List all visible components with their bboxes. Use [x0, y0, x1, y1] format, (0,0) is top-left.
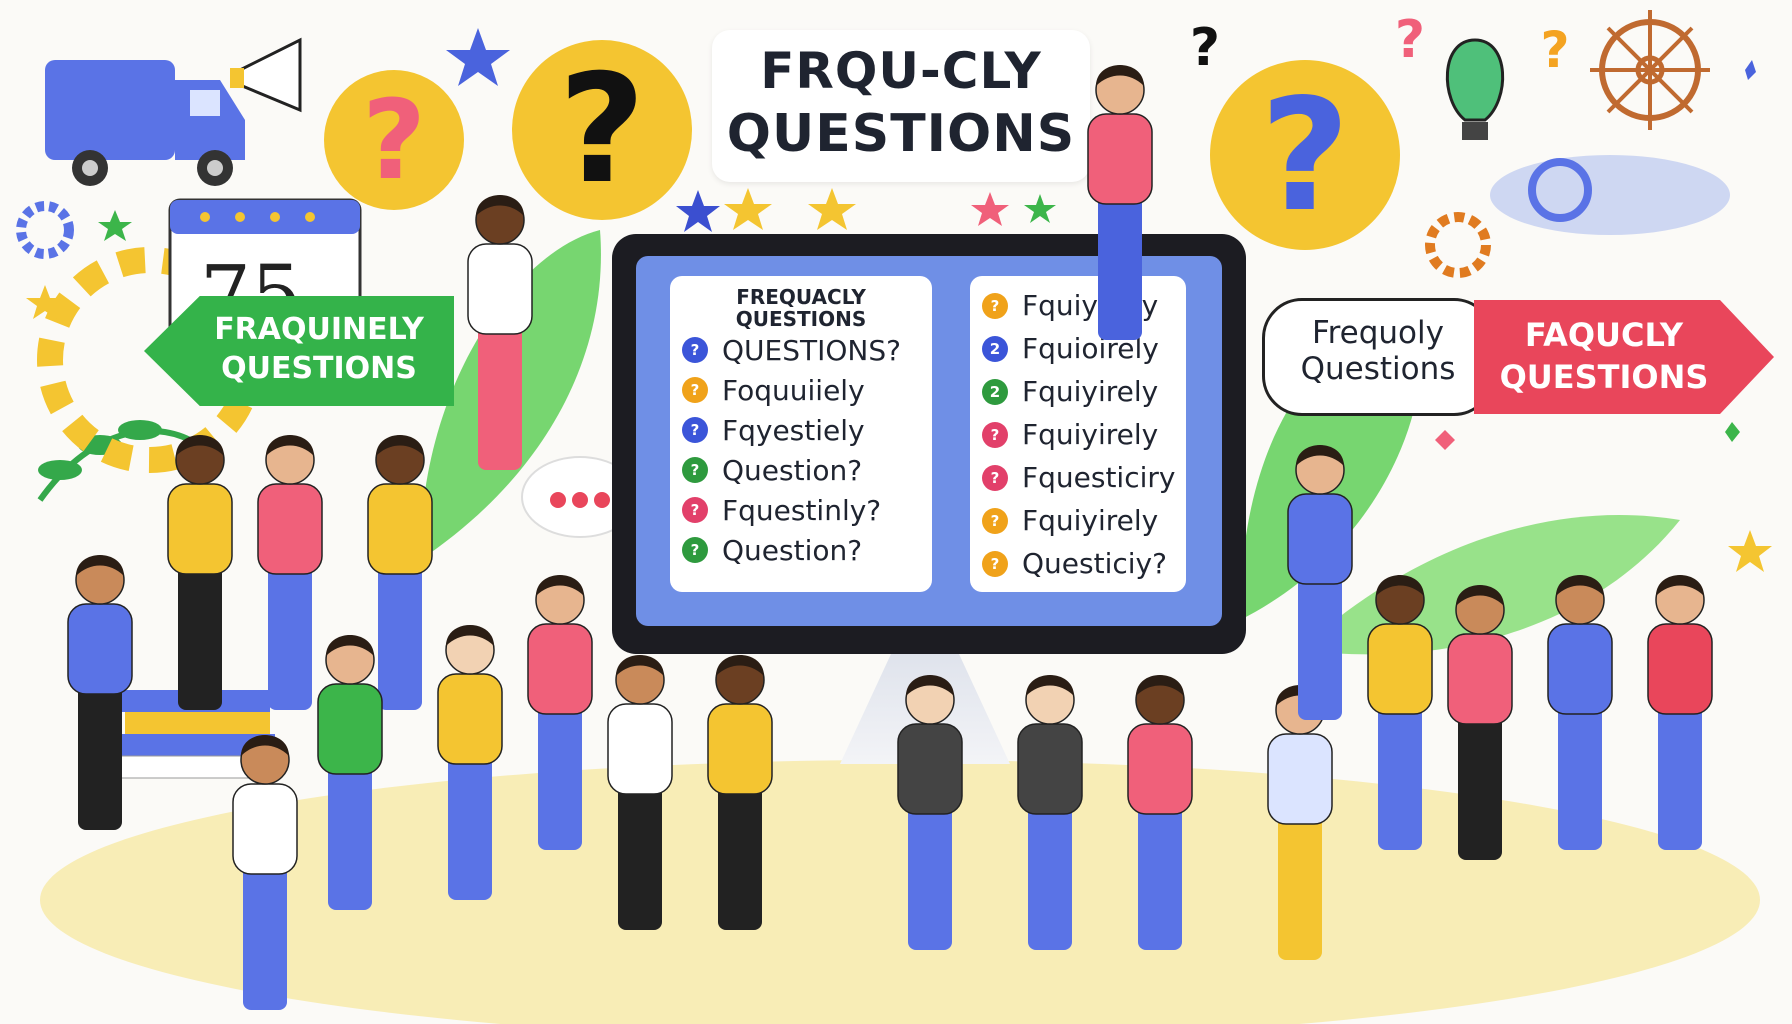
- person-figure: [1367, 575, 1433, 850]
- person-figure: [467, 195, 533, 470]
- people-crowd: [67, 65, 1713, 1010]
- person-figure: [1647, 575, 1713, 850]
- person-figure: [1017, 675, 1083, 950]
- person-figure: [1287, 445, 1353, 720]
- person-figure: [607, 655, 673, 930]
- person-figure: [1127, 675, 1193, 950]
- person-figure: [1087, 65, 1153, 340]
- person-figure: [167, 435, 233, 710]
- faq-illustration: ? ? ? ? ? ? 75 FRQU-CLY QUESTIONS FRAQUI…: [0, 0, 1792, 1024]
- person-figure: [527, 575, 593, 850]
- person-figure: [317, 635, 383, 910]
- person-figure: [1547, 575, 1613, 850]
- person-figure: [257, 435, 323, 710]
- person-figure: [67, 555, 133, 830]
- person-figure: [707, 655, 773, 930]
- person-figure: [232, 735, 298, 1010]
- person-figure: [437, 625, 503, 900]
- person-figure: [897, 675, 963, 950]
- person-figure: [1267, 685, 1333, 960]
- person-figure: [1447, 585, 1513, 860]
- person-figure: [367, 435, 433, 710]
